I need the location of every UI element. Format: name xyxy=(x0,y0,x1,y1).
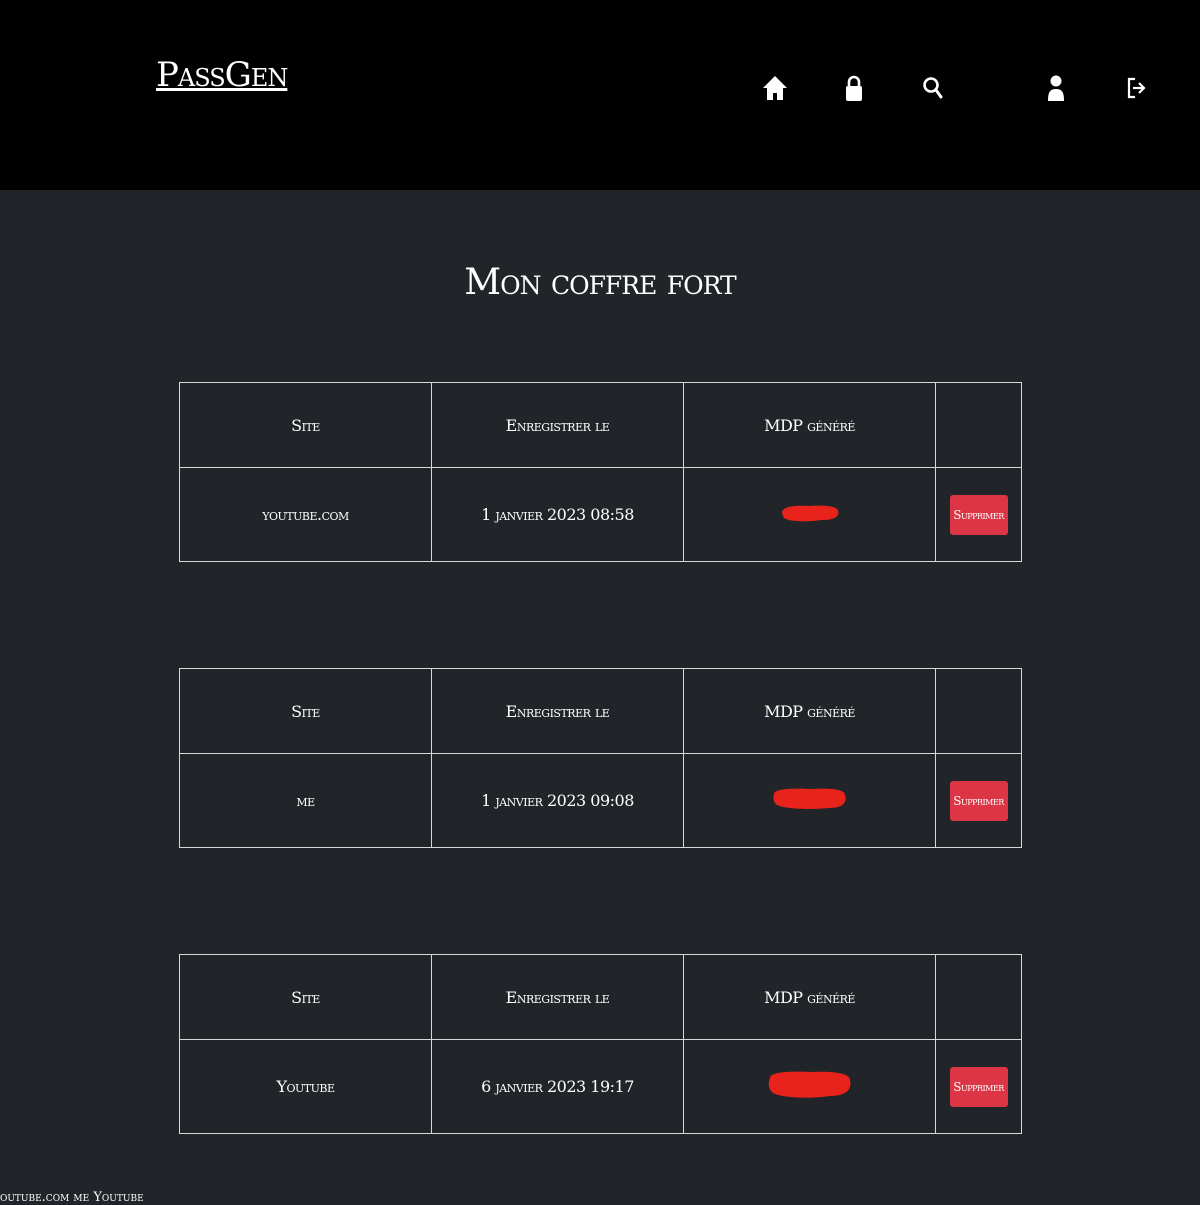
vault-entry-table: Site Enregistrer le MDP généré me 1 janv… xyxy=(179,668,1022,848)
password-redaction xyxy=(771,785,849,817)
password-redaction xyxy=(766,1068,854,1106)
column-header-date: Enregistrer le xyxy=(431,382,684,468)
table-row: Youtube 6 janvier 2023 19:17 Supprimer xyxy=(179,1039,1022,1134)
logout-icon[interactable] xyxy=(1119,72,1151,104)
delete-button[interactable]: Supprimer xyxy=(949,494,1008,535)
column-header-site: Site xyxy=(179,668,432,754)
table-header-row: Site Enregistrer le MDP généré xyxy=(179,668,1022,754)
password-cell xyxy=(683,753,936,848)
column-header-action xyxy=(935,954,1022,1040)
action-cell: Supprimer xyxy=(935,467,1022,562)
date-cell: 1 janvier 2023 09:08 xyxy=(431,753,684,848)
password-cell xyxy=(683,467,936,562)
site-cell: me xyxy=(179,753,432,848)
footer-text: youtube.com me Youtube xyxy=(0,1190,144,1205)
search-icon[interactable] xyxy=(917,72,949,104)
column-header-action xyxy=(935,382,1022,468)
table-header-row: Site Enregistrer le MDP généré xyxy=(179,954,1022,1040)
column-header-site: Site xyxy=(179,954,432,1040)
site-cell: Youtube xyxy=(179,1039,432,1134)
vault-entry-table: Site Enregistrer le MDP généré Youtube 6… xyxy=(179,954,1022,1134)
site-cell: youtube.com xyxy=(179,467,432,562)
logo-link[interactable]: PassGen xyxy=(156,58,288,92)
action-cell: Supprimer xyxy=(935,1039,1022,1134)
password-cell xyxy=(683,1039,936,1134)
delete-button[interactable]: Supprimer xyxy=(949,780,1008,821)
vault-entry-table: Site Enregistrer le MDP généré youtube.c… xyxy=(179,382,1022,562)
page-title: Mon coffre fort xyxy=(464,262,736,303)
table-header-row: Site Enregistrer le MDP généré xyxy=(179,382,1022,468)
column-header-action xyxy=(935,668,1022,754)
user-icon[interactable] xyxy=(1040,72,1072,104)
column-header-password: MDP généré xyxy=(683,668,936,754)
date-cell: 1 janvier 2023 08:58 xyxy=(431,467,684,562)
column-header-date: Enregistrer le xyxy=(431,954,684,1040)
column-header-password: MDP généré xyxy=(683,954,936,1040)
column-header-password: MDP généré xyxy=(683,382,936,468)
date-cell: 6 janvier 2023 19:17 xyxy=(431,1039,684,1134)
table-row: me 1 janvier 2023 09:08 Supprimer xyxy=(179,753,1022,848)
home-icon[interactable] xyxy=(759,72,791,104)
column-header-date: Enregistrer le xyxy=(431,668,684,754)
lock-icon[interactable] xyxy=(838,72,870,104)
delete-button[interactable]: Supprimer xyxy=(949,1066,1008,1107)
action-cell: Supprimer xyxy=(935,753,1022,848)
password-redaction xyxy=(778,501,842,529)
column-header-site: Site xyxy=(179,382,432,468)
table-row: youtube.com 1 janvier 2023 08:58 Supprim… xyxy=(179,467,1022,562)
topbar: PassGen xyxy=(0,0,1200,190)
